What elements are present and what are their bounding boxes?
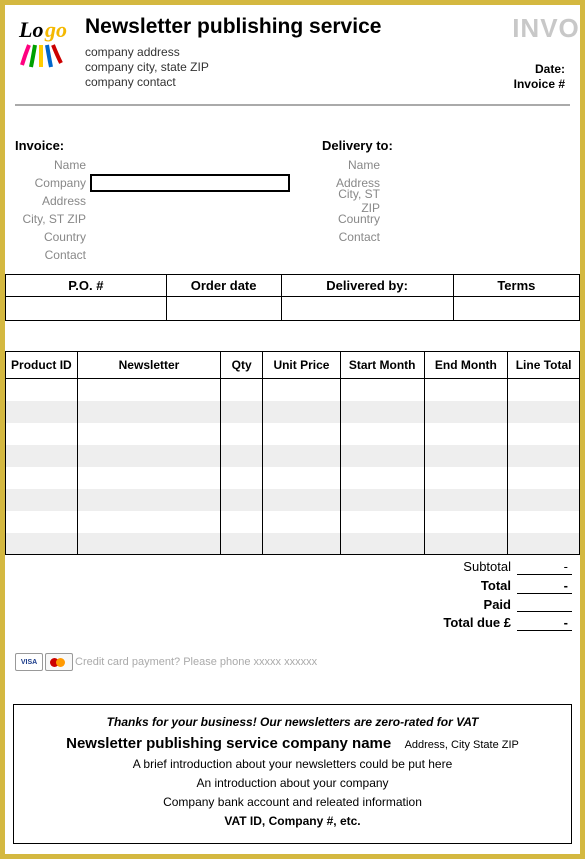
start-month-header: Start Month <box>340 352 424 379</box>
delivered-by-cell[interactable] <box>281 297 453 321</box>
item-row[interactable] <box>6 423 580 445</box>
qty-header: Qty <box>221 352 263 379</box>
po-header: P.O. # <box>6 275 167 297</box>
end-month-header: End Month <box>424 352 508 379</box>
product-id-header: Product ID <box>6 352 78 379</box>
item-row[interactable] <box>6 511 580 533</box>
header-divider <box>15 104 570 106</box>
line-total-header: Line Total <box>508 352 580 379</box>
delivery-address-field[interactable] <box>384 175 584 191</box>
newsletter-header: Newsletter <box>77 352 221 379</box>
order-date-cell[interactable] <box>166 297 281 321</box>
footer-vat: VAT ID, Company #, etc. <box>22 814 563 828</box>
footer-intro2: An introduction about your company <box>22 776 563 790</box>
contact-label: Contact <box>15 248 90 262</box>
date-label: Date: <box>514 62 565 76</box>
name-field[interactable] <box>90 157 290 173</box>
company-address-line: company address <box>85 45 580 59</box>
delivery-to-column: Delivery to: Name Address City, ST ZIP C… <box>322 138 584 264</box>
page-title: Newsletter publishing service <box>85 15 580 39</box>
city-field[interactable] <box>90 211 290 227</box>
delivery-contact-label: Contact <box>322 230 384 244</box>
invoice-number-label: Invoice # <box>514 77 565 91</box>
invoice-to-column: Invoice: Name Company Address City, ST Z… <box>15 138 290 264</box>
items-table: Product ID Newsletter Qty Unit Price Sta… <box>5 351 580 555</box>
invoice-to-title: Invoice: <box>15 138 290 153</box>
delivery-name-field[interactable] <box>384 157 584 173</box>
city-label: City, ST ZIP <box>15 212 90 226</box>
company-city-line: company city, state ZIP <box>85 60 580 74</box>
address-label: Address <box>15 194 90 208</box>
invoice-watermark: INVOI <box>512 13 585 44</box>
footer-company-name: Newsletter publishing service company na… <box>66 735 391 752</box>
subtotal-label: Subtotal <box>463 559 517 575</box>
terms-cell[interactable] <box>453 297 579 321</box>
mastercard-icon <box>45 653 73 671</box>
invoice-page: Lo go Newsletter publishing service comp… <box>0 0 585 859</box>
total-due-value: - <box>517 615 572 631</box>
order-meta-table: P.O. # Order date Delivered by: Terms <box>5 274 580 321</box>
delivery-name-label: Name <box>322 158 384 172</box>
paid-value <box>517 597 572 612</box>
delivery-city-label: City, ST ZIP <box>322 187 384 215</box>
company-contact-line: company contact <box>85 75 580 89</box>
date-block: Date: Invoice # <box>514 61 565 92</box>
address-section: Invoice: Name Company Address City, ST Z… <box>15 138 580 264</box>
total-due-label: Total due £ <box>443 615 517 631</box>
svg-text:Lo: Lo <box>18 17 43 42</box>
credit-card-row: VISA Credit card payment? Please phone x… <box>15 653 317 671</box>
total-value: - <box>517 578 572 594</box>
company-field[interactable] <box>90 174 290 192</box>
credit-card-text: Credit card payment? Please phone xxxxx … <box>75 656 317 668</box>
footer-company-address: Address, City State ZIP <box>405 739 519 751</box>
po-cell[interactable] <box>6 297 167 321</box>
contact-field[interactable] <box>90 247 290 263</box>
item-row[interactable] <box>6 533 580 555</box>
paid-label: Paid <box>484 597 517 612</box>
visa-icon: VISA <box>15 653 43 671</box>
total-label: Total <box>481 578 517 594</box>
footer-box: Thanks for your business! Our newsletter… <box>13 704 572 844</box>
thanks-line: Thanks for your business! Our newsletter… <box>22 715 563 729</box>
item-row[interactable] <box>6 379 580 401</box>
item-row[interactable] <box>6 445 580 467</box>
delivery-city-field[interactable] <box>384 193 584 209</box>
footer-intro1: A brief introduction about your newslett… <box>22 757 563 771</box>
footer-bank: Company bank account and releated inform… <box>22 795 563 809</box>
terms-header: Terms <box>453 275 579 297</box>
subtotal-value: - <box>517 559 572 575</box>
logo-icon: Lo go <box>17 15 77 70</box>
company-label: Company <box>15 176 90 190</box>
item-row[interactable] <box>6 489 580 511</box>
country-field[interactable] <box>90 229 290 245</box>
delivered-by-header: Delivered by: <box>281 275 453 297</box>
delivery-country-field[interactable] <box>384 211 584 227</box>
delivery-country-label: Country <box>322 212 384 226</box>
country-label: Country <box>15 230 90 244</box>
delivery-contact-field[interactable] <box>384 229 584 245</box>
unit-price-header: Unit Price <box>263 352 341 379</box>
item-row[interactable] <box>6 467 580 489</box>
name-label: Name <box>15 158 90 172</box>
item-row[interactable] <box>6 401 580 423</box>
svg-text:go: go <box>44 17 67 42</box>
totals-block: Subtotal - Total - Paid Total due £ - <box>5 559 572 631</box>
delivery-to-title: Delivery to: <box>322 138 584 153</box>
address-field[interactable] <box>90 193 290 209</box>
header: Lo go Newsletter publishing service comp… <box>5 5 580 90</box>
order-date-header: Order date <box>166 275 281 297</box>
